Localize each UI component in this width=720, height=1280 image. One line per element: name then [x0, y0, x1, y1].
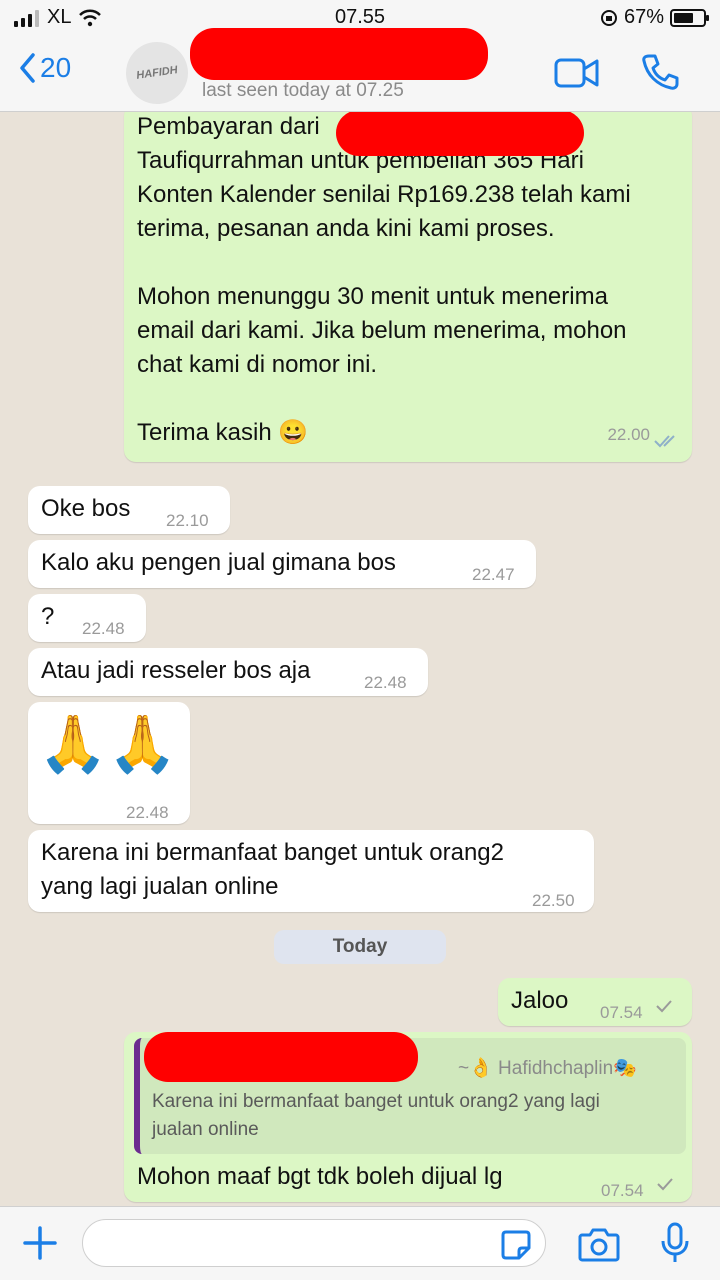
message-time: 22.10	[166, 511, 209, 530]
message-input[interactable]	[82, 1219, 546, 1267]
quoted-line: jualan online	[152, 1119, 259, 1140]
chat-area[interactable]: Pembayaran dari Taufiqurrahman untuk pem…	[0, 112, 720, 1206]
redacted-contact-name[interactable]	[190, 28, 488, 80]
incoming-message[interactable]: Karena ini bermanfaat banget untuk orang…	[28, 830, 594, 912]
redacted-quoted-sender	[144, 1032, 418, 1082]
camera-icon[interactable]	[578, 1225, 620, 1263]
message-time: 22.48	[364, 673, 407, 692]
sticker-icon[interactable]	[500, 1229, 532, 1261]
back-button[interactable]: 20	[18, 52, 71, 84]
video-call-icon[interactable]	[554, 56, 600, 90]
battery-percent: 67%	[623, 6, 664, 28]
message-text: Oke bos	[41, 495, 131, 522]
quoted-line: Karena ini bermanfaat banget untuk orang…	[152, 1091, 600, 1112]
orientation-lock-icon	[600, 9, 617, 26]
message-text: ?	[41, 603, 55, 630]
battery-icon	[670, 8, 709, 27]
microphone-icon[interactable]	[658, 1221, 692, 1265]
quoted-sender: ~👌 Hafidhchaplin🎭	[458, 1058, 637, 1079]
incoming-emoji-message[interactable]: 🙏🙏 22.48	[28, 702, 190, 824]
outgoing-message[interactable]: Jaloo 07.54	[498, 978, 692, 1026]
emoji-text: 🙏🙏	[38, 712, 178, 775]
message-line: Terima kasih 😀	[137, 419, 309, 446]
message-text: Mohon maaf bgt tdk boleh dijual lg	[137, 1163, 503, 1190]
message-text: Atau jadi resseler bos aja	[41, 657, 311, 684]
redacted-payer-name	[336, 112, 584, 156]
message-time: 22.50	[532, 891, 575, 910]
status-right: 67%	[600, 6, 709, 29]
single-check-icon	[656, 1000, 672, 1013]
incoming-message[interactable]: Kalo aku pengen jual gimana bos 22.47	[28, 540, 536, 588]
message-line: email dari kami. Jika belum menerima, mo…	[137, 317, 627, 344]
last-seen-status: last seen today at 07.25	[202, 80, 404, 101]
quoted-message[interactable]: ~👌 Hafidhchaplin🎭 Karena ini bermanfaat …	[134, 1032, 686, 1154]
message-time: 22.00	[607, 425, 650, 444]
message-line: Karena ini bermanfaat banget untuk orang…	[41, 839, 504, 866]
day-separator: Today	[274, 930, 446, 964]
avatar[interactable]: HAFIDH	[121, 37, 193, 109]
message-time: 22.48	[82, 619, 125, 638]
message-line: chat kami di nomor ini.	[137, 351, 378, 378]
chevron-left-icon	[20, 53, 35, 83]
phone-icon[interactable]	[640, 52, 680, 92]
incoming-message[interactable]: Oke bos 22.10	[28, 486, 230, 534]
single-check-icon	[657, 1178, 673, 1191]
message-line	[137, 246, 631, 280]
message-line	[137, 382, 631, 416]
incoming-message[interactable]: Atau jadi resseler bos aja 22.48	[28, 648, 428, 696]
message-line: Konten Kalender senilai Rp169.238 telah …	[137, 181, 631, 208]
message-text: Kalo aku pengen jual gimana bos	[41, 549, 396, 576]
outgoing-message[interactable]: Pembayaran dari Taufiqurrahman untuk pem…	[124, 112, 692, 462]
message-time: 22.48	[126, 803, 169, 822]
outgoing-reply-message[interactable]: ~👌 Hafidhchaplin🎭 Karena ini bermanfaat …	[124, 1032, 692, 1202]
message-time: 22.47	[472, 565, 515, 584]
message-line: terima, pesanan anda kini kami proses.	[137, 215, 555, 242]
plus-icon[interactable]	[22, 1225, 58, 1261]
double-check-icon	[654, 435, 675, 448]
unread-count: 20	[40, 52, 72, 83]
chat-header: 20 HAFIDH last seen today at 07.25	[0, 28, 720, 112]
incoming-message[interactable]: ? 22.48	[28, 594, 146, 642]
message-line: Mohon menunggu 30 menit untuk menerima	[137, 283, 608, 310]
message-time: 07.54	[600, 1003, 643, 1022]
input-bar	[0, 1206, 720, 1280]
message-text: Jaloo	[511, 987, 569, 1014]
message-time: 07.54	[601, 1181, 644, 1200]
message-line: yang lagi jualan online	[41, 873, 279, 900]
